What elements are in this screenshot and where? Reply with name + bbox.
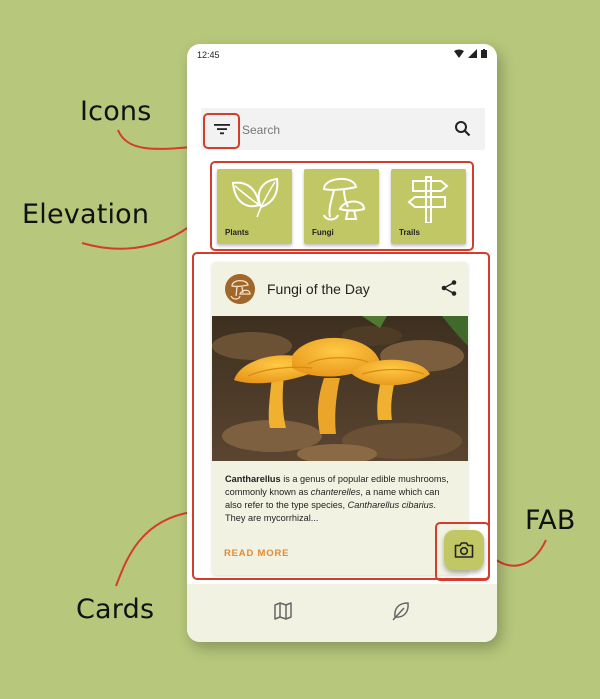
connector-cards [115, 511, 193, 587]
search-bar[interactable]: Search [201, 108, 485, 150]
bottom-navigation [187, 584, 497, 642]
highlight-elevation [210, 161, 474, 251]
highlight-icons [203, 113, 240, 149]
annotation-cards: Cards [76, 594, 155, 625]
leaf-nav-icon[interactable] [391, 601, 411, 621]
status-icons [454, 49, 487, 58]
wifi-icon [454, 49, 464, 58]
highlight-fab [435, 522, 490, 581]
search-icon[interactable] [454, 120, 471, 137]
status-time: 12:45 [197, 50, 220, 60]
search-input[interactable]: Search [242, 123, 280, 137]
canvas: Icons Elevation Cards FAB 12:45 Search P… [0, 0, 600, 699]
annotation-icons: Icons [80, 96, 152, 127]
signal-icon [468, 49, 477, 58]
connector-fab [489, 539, 547, 567]
map-icon[interactable] [273, 601, 293, 621]
status-bar: 12:45 [187, 44, 497, 64]
annotation-fab: FAB [525, 505, 576, 536]
annotation-elevation: Elevation [22, 199, 150, 230]
battery-icon [481, 49, 487, 58]
